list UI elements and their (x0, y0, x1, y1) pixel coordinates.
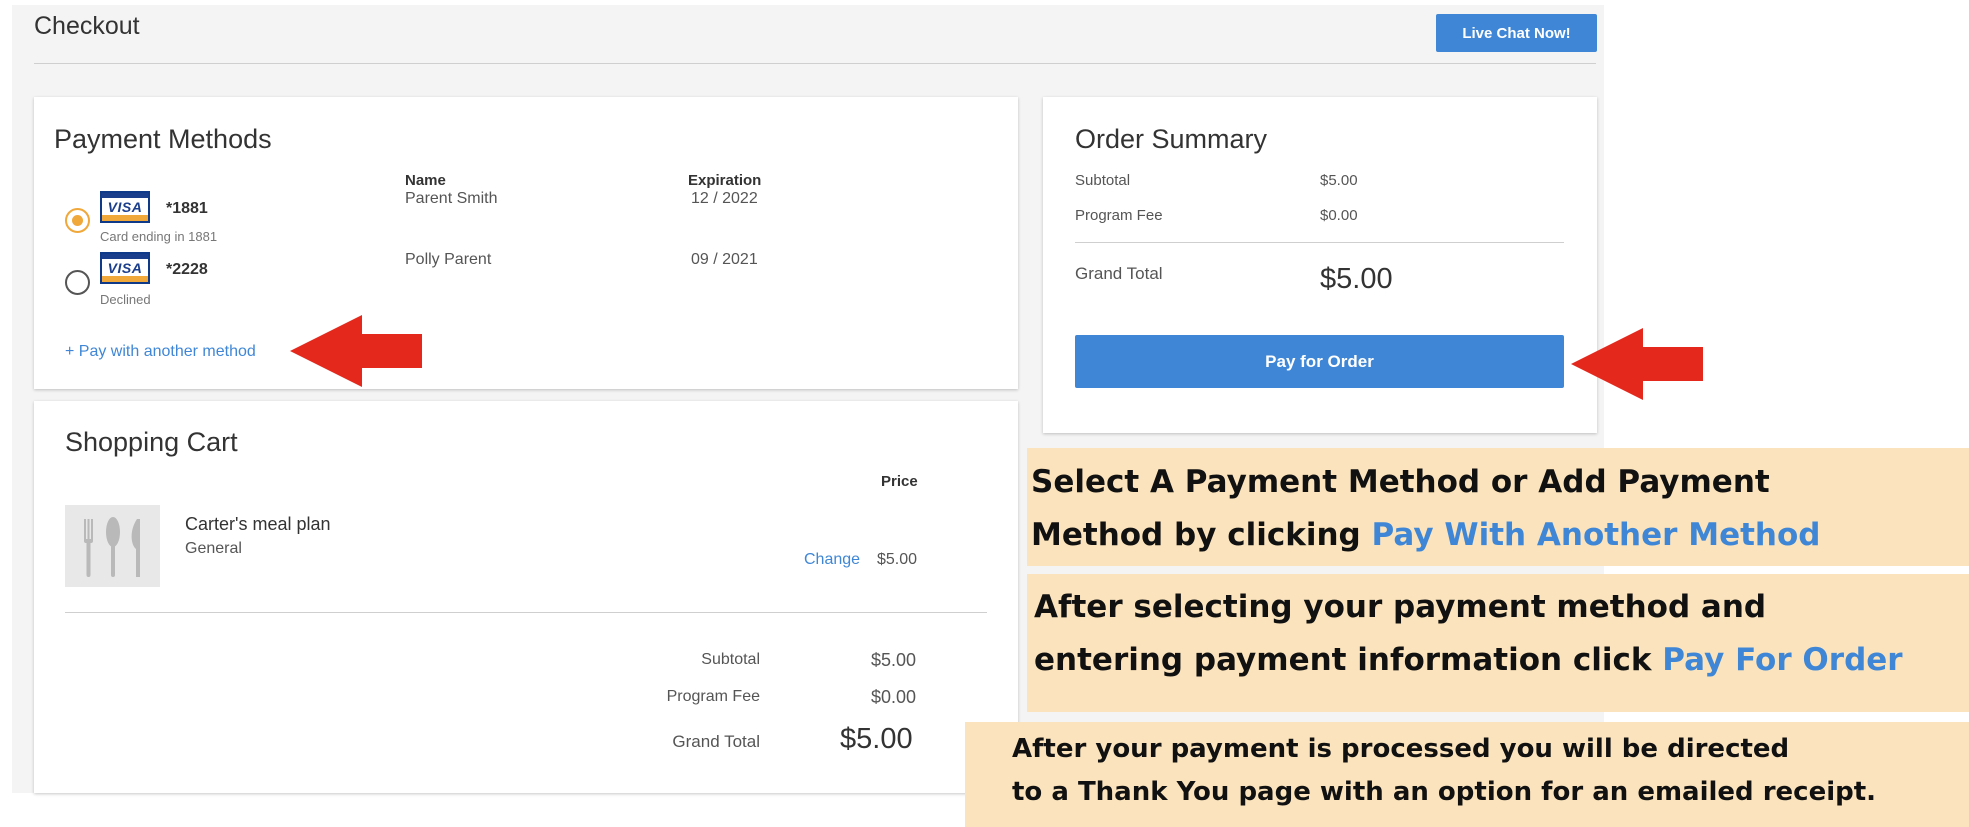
visa-card-icon: VISA (100, 252, 150, 284)
visa-card-icon: VISA (100, 191, 150, 223)
cart-divider (65, 612, 987, 613)
radio-unselected-icon[interactable] (65, 270, 90, 295)
cart-fee-label: Program Fee (666, 688, 760, 705)
live-chat-button[interactable]: Live Chat Now! (1436, 14, 1597, 52)
summary-subtotal-label: Subtotal (1075, 172, 1131, 189)
column-header-expiration: Expiration (688, 172, 762, 189)
cart-total-value: $5.00 (840, 723, 913, 755)
change-item-link[interactable]: Change (804, 551, 860, 569)
cart-item-category: General (185, 540, 242, 557)
summary-fee-value: $0.00 (1320, 207, 1358, 224)
summary-subtotal-value: $5.00 (1320, 172, 1358, 189)
card-number: *2228 (166, 261, 208, 278)
page-title: Checkout (34, 12, 140, 40)
card-status: Card ending in 1881 (100, 229, 218, 244)
instruction-note-select: Select A Payment Method or Add Payment M… (1027, 448, 1969, 566)
cart-fee-value: $0.00 (871, 687, 917, 707)
radio-selected-icon[interactable] (65, 208, 90, 233)
summary-total-value: $5.00 (1320, 263, 1393, 295)
card-holder-name: Parent Smith (405, 190, 498, 207)
cart-subtotal-value: $5.00 (871, 650, 917, 670)
card-expiration: 09 / 2021 (691, 251, 758, 268)
order-summary-card: Order Summary Subtotal $5.00 Program Fee… (1043, 97, 1597, 433)
cart-item-name: Carter's meal plan (185, 514, 331, 534)
summary-divider (1075, 242, 1564, 243)
cart-item-price: $5.00 (877, 551, 918, 568)
shopping-cart-title: Shopping Cart (65, 427, 238, 457)
instruction-note-receipt: After your payment is processed you will… (965, 722, 1969, 827)
shopping-cart-card: Shopping Cart Price Carter's meal plan G… (34, 401, 1018, 793)
cutlery-icon (65, 505, 160, 587)
column-header-name: Name (405, 172, 446, 189)
summary-total-label: Grand Total (1075, 264, 1163, 283)
cart-subtotal-label: Subtotal (701, 651, 760, 668)
payment-methods-card: Payment Methods Name Expiration VISA *18… (34, 97, 1018, 389)
header-divider (34, 63, 1596, 64)
card-status: Declined (100, 292, 151, 307)
price-column-header: Price (881, 473, 918, 490)
summary-fee-label: Program Fee (1075, 207, 1163, 224)
card-expiration: 12 / 2022 (691, 190, 758, 207)
payment-methods-title: Payment Methods (54, 124, 272, 154)
red-arrow-icon (1571, 328, 1703, 400)
pay-for-order-button[interactable]: Pay for Order (1075, 335, 1564, 388)
pay-with-another-method-link[interactable]: + Pay with another method (65, 343, 256, 361)
red-arrow-icon (290, 315, 422, 387)
card-holder-name: Polly Parent (405, 251, 492, 268)
cart-total-label: Grand Total (672, 732, 760, 751)
instruction-note-pay: After selecting your payment method and … (1027, 574, 1969, 712)
order-summary-title: Order Summary (1075, 124, 1268, 154)
card-number: *1881 (166, 200, 208, 217)
